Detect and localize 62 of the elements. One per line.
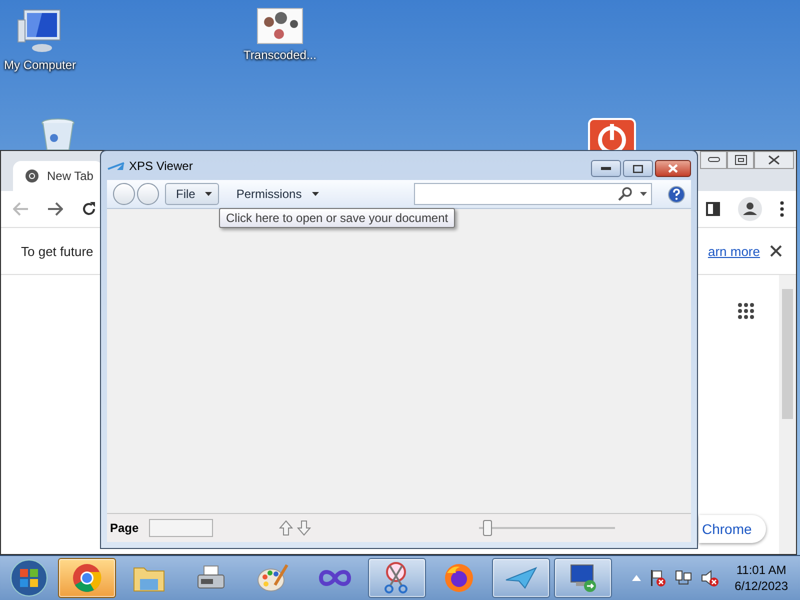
palette-icon[interactable]: [257, 563, 289, 593]
dropdown-arrow-icon[interactable]: [640, 192, 647, 196]
minimize-button[interactable]: [700, 151, 727, 169]
infinity-icon[interactable]: [319, 568, 351, 588]
chrome-button[interactable]: Chrome: [699, 515, 766, 543]
window-title: XPS Viewer: [129, 158, 193, 172]
maximize-icon: [734, 155, 746, 165]
desktop-icon-label[interactable]: Transcoded...: [244, 48, 316, 62]
apps-grid-icon[interactable]: [738, 303, 754, 319]
minimize-icon: [601, 166, 611, 170]
flag-icon[interactable]: [648, 569, 667, 587]
learn-more-link[interactable]: arn more: [708, 244, 760, 258]
maximize-button[interactable]: [623, 160, 653, 177]
toolbar-menu[interactable]: Permissions: [225, 183, 326, 205]
desktop-icon-label[interactable]: My Computer: [4, 58, 76, 72]
search-icon[interactable]: [618, 187, 632, 201]
printer-icon[interactable]: [196, 565, 226, 591]
reload-icon[interactable]: [81, 201, 97, 217]
minimize-icon: [708, 157, 720, 163]
scrollbar[interactable]: [779, 275, 796, 554]
down-arrow-icon[interactable]: [296, 520, 311, 536]
slider-thumb[interactable]: [482, 520, 492, 536]
page-number-field[interactable]: [148, 519, 213, 537]
chrome-icon[interactable]: [72, 563, 102, 593]
network-icon[interactable]: [674, 569, 693, 587]
close-icon[interactable]: [770, 245, 782, 257]
taskbar-button[interactable]: [492, 558, 550, 598]
close-button[interactable]: [655, 160, 691, 177]
page-label: Page: [110, 521, 139, 535]
back-button[interactable]: [113, 183, 135, 205]
forward-button[interactable]: [137, 183, 159, 205]
taskbar-button[interactable]: [554, 558, 612, 598]
help-icon[interactable]: [668, 186, 685, 202]
minimize-button[interactable]: [591, 160, 621, 177]
tooltip: Click here to open or save your document: [219, 208, 456, 228]
firefox-icon[interactable]: [444, 563, 474, 593]
clock-date[interactable]: 6/12/2023: [734, 578, 788, 594]
search-field[interactable]: [414, 183, 652, 205]
maximize-button[interactable]: [727, 151, 754, 169]
forward-icon[interactable]: [47, 202, 63, 216]
remote-desktop-icon[interactable]: [568, 563, 598, 593]
close-icon: [668, 164, 678, 173]
picture-icon: [257, 8, 303, 44]
close-button[interactable]: [754, 151, 794, 169]
volume-muted-icon[interactable]: [700, 569, 719, 587]
side-panel-icon[interactable]: [706, 202, 720, 216]
up-arrow-icon[interactable]: [278, 520, 293, 536]
clock-time[interactable]: 11:01 AM: [736, 562, 786, 578]
power-icon: [588, 118, 636, 150]
taskbar-button[interactable]: [58, 558, 116, 598]
app-icon: [107, 160, 125, 170]
paper-plane-icon[interactable]: [505, 566, 537, 590]
chrome-icon: [25, 169, 39, 183]
menu-icon[interactable]: [780, 201, 784, 217]
maximize-icon: [633, 164, 643, 172]
close-icon: [768, 155, 780, 165]
browser-tab[interactable]: New Tab: [13, 161, 103, 191]
profile-icon[interactable]: [738, 197, 762, 221]
taskbar-button[interactable]: [368, 558, 426, 598]
infobar-message: To get future: [21, 244, 94, 258]
start-button[interactable]: [9, 558, 49, 598]
toolbar-menu[interactable]: File: [165, 183, 220, 205]
